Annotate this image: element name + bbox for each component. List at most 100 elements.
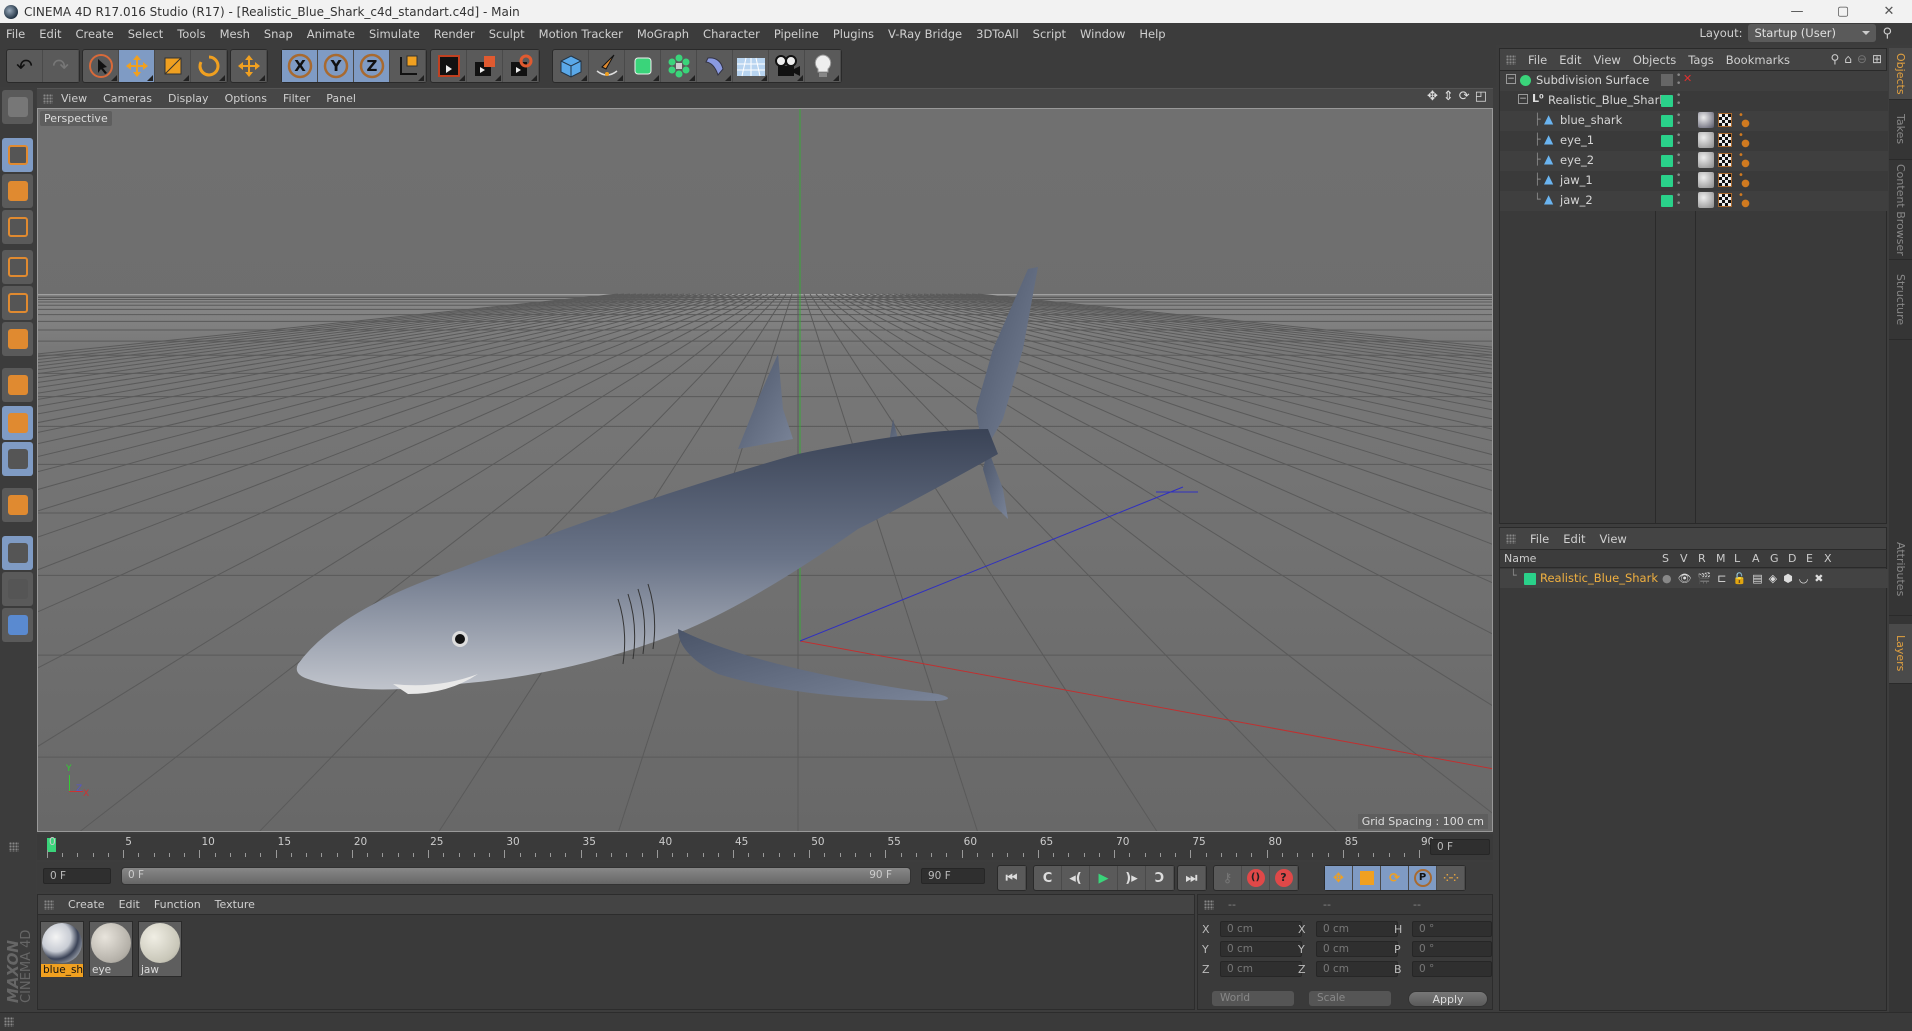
manager-flag-icon[interactable]: ⊏ (1717, 572, 1726, 585)
layer-column-e[interactable]: E (1806, 552, 1813, 565)
motion-record-button[interactable]: ⚷ (1214, 866, 1242, 890)
play-button[interactable]: ▶ (1090, 866, 1118, 890)
side-tab-structure[interactable]: Structure (1889, 260, 1912, 340)
visibility-dots[interactable]: • • (1676, 132, 1681, 149)
object-row[interactable]: ├ ▲ jaw_1 • • • ● (1500, 171, 1888, 191)
render-settings-button[interactable] (503, 50, 539, 82)
texture-mode-button[interactable] (2, 174, 33, 208)
material-menu-edit[interactable]: Edit (119, 898, 140, 911)
point-level-button[interactable]: ⁘⁘ (1437, 866, 1465, 890)
material-menu-create[interactable]: Create (68, 898, 105, 911)
zoom-view-icon[interactable]: ⇕ (1443, 89, 1454, 104)
deformer-flag-icon[interactable]: ⬢ (1783, 572, 1793, 585)
layer-color-swatch[interactable] (1661, 175, 1673, 187)
viewport-menu-panel[interactable]: Panel (326, 92, 356, 105)
viewport-menu-view[interactable]: View (61, 92, 87, 105)
layer-column-m[interactable]: M (1716, 552, 1726, 565)
phong-tag-icon[interactable]: • ● (1738, 111, 1750, 129)
layer-row[interactable]: └ Realistic_Blue_Shark ● 👁 🎬 ⊏ 🔓 ▤ ◈ ⬢ ◡… (1500, 569, 1888, 588)
layer-color-swatch[interactable] (1524, 573, 1536, 585)
material-menu-texture[interactable]: Texture (215, 898, 255, 911)
deformer-button[interactable] (697, 50, 733, 82)
expression-flag-icon[interactable]: ◡ (1799, 572, 1809, 585)
menu-window[interactable]: Window (1080, 27, 1125, 41)
tweak-mode-button[interactable] (2, 406, 33, 440)
next-key-button[interactable]: Ɔ (1146, 866, 1174, 890)
range-slider[interactable]: 0 F 90 F (121, 867, 911, 885)
uvw-tag-icon[interactable] (1718, 113, 1732, 127)
layer-column-d[interactable]: D (1788, 552, 1796, 565)
rotate-view-icon[interactable]: ⟳ (1459, 89, 1470, 104)
previous-key-button[interactable]: C (1034, 866, 1062, 890)
axis-mode-button[interactable] (2, 368, 33, 402)
rotate-tool-button[interactable] (191, 50, 227, 82)
object-row[interactable]: └ ▲ jaw_2 • • • ● (1500, 191, 1888, 211)
z-axis-button[interactable]: Z (354, 50, 390, 82)
object-menu-file[interactable]: File (1528, 53, 1547, 67)
maximize-view-icon[interactable]: ◰ (1475, 89, 1487, 104)
coord-value-field[interactable]: 0 cm (1316, 941, 1398, 957)
object-name[interactable]: eye_1 (1560, 133, 1594, 147)
generator-flag-icon[interactable]: ◈ (1769, 572, 1777, 585)
menu-3dtoall[interactable]: 3DToAll (976, 27, 1019, 41)
menu-mesh[interactable]: Mesh (220, 27, 250, 41)
object-menu-bookmarks[interactable]: Bookmarks (1726, 53, 1790, 67)
menu-motion-tracker[interactable]: Motion Tracker (539, 27, 623, 41)
visibility-dots[interactable]: • • (1676, 152, 1681, 169)
cloner-button[interactable] (661, 50, 697, 82)
previous-frame-button[interactable]: ◂( (1062, 866, 1090, 890)
floor-button[interactable] (733, 50, 769, 82)
select-tool-button[interactable] (83, 50, 119, 82)
uvw-tag-icon[interactable] (1718, 153, 1732, 167)
coord-value-field[interactable]: 0 ° (1412, 941, 1492, 957)
object-name[interactable]: blue_shark (1560, 113, 1622, 127)
home-icon[interactable]: ⌂ (1844, 52, 1852, 66)
object-name[interactable]: Realistic_Blue_Shark (1548, 93, 1666, 107)
menu-character[interactable]: Character (703, 27, 760, 41)
phong-tag-icon[interactable]: • ● (1738, 191, 1750, 209)
material-swatch[interactable]: jaw (138, 921, 182, 977)
editable-toggle[interactable] (1661, 74, 1673, 86)
menu-v-ray-bridge[interactable]: V-Ray Bridge (888, 27, 962, 41)
search-icon[interactable]: ⚲ (1830, 52, 1839, 66)
timeline-ruler[interactable]: 0 5 10 15 20 25 30 35 40 45 50 55 60 65 70 75 80 85 90 0 F (9, 834, 1493, 860)
workplane-button[interactable] (2, 210, 33, 244)
object-menu-view[interactable]: View (1594, 53, 1621, 67)
side-tab-content-browser[interactable]: Content Browser (1889, 160, 1912, 260)
make-editable-button[interactable] (2, 90, 33, 124)
viewport-menu-cameras[interactable]: Cameras (103, 92, 152, 105)
cube-button[interactable] (553, 50, 589, 82)
material-tag-icon[interactable] (1698, 172, 1714, 188)
lock-flag-icon[interactable]: 🔓 (1733, 572, 1747, 585)
x-axis-button[interactable]: X (282, 50, 318, 82)
side-tab-objects[interactable]: Objects (1889, 48, 1912, 100)
uvw-tag-icon[interactable] (1718, 133, 1732, 147)
edges-mode-button[interactable] (2, 286, 33, 320)
phong-tag-icon[interactable]: • ● (1738, 151, 1750, 169)
layer-color-swatch[interactable] (1661, 95, 1673, 107)
material-swatch[interactable]: blue_sh (40, 921, 84, 977)
collapse-toggle[interactable]: − (1506, 74, 1516, 84)
subdivision-surface-button[interactable] (625, 50, 661, 82)
side-tab-layers[interactable]: Layers (1889, 624, 1912, 684)
solo-flag-icon[interactable]: ● (1662, 572, 1672, 585)
object-menu-edit[interactable]: Edit (1559, 53, 1581, 67)
y-axis-button[interactable]: Y (318, 50, 354, 82)
material-tag-icon[interactable] (1698, 152, 1714, 168)
object-menu-objects[interactable]: Objects (1633, 53, 1676, 67)
3d-viewport[interactable]: Perspective Grid Spacing : 100 cm Y Z X (37, 108, 1493, 832)
panel-grip[interactable] (1204, 899, 1214, 910)
object-name[interactable]: Subdivision Surface (1536, 73, 1649, 87)
start-frame-field[interactable]: 0 F (43, 868, 111, 884)
menu-create[interactable]: Create (76, 27, 114, 41)
size-mode-dropdown[interactable]: Scale (1309, 991, 1391, 1006)
viewport-menu-display[interactable]: Display (168, 92, 209, 105)
filter-icon[interactable]: ⊖ (1857, 52, 1867, 66)
coord-value-field[interactable]: 0 cm (1220, 941, 1302, 957)
light-button[interactable] (805, 50, 841, 82)
layer-column-name[interactable]: Name (1504, 552, 1536, 565)
layer-color-swatch[interactable] (1661, 155, 1673, 167)
layer-column-v[interactable]: V (1680, 552, 1688, 565)
menu-render[interactable]: Render (434, 27, 475, 41)
panel-grip[interactable] (43, 94, 53, 104)
